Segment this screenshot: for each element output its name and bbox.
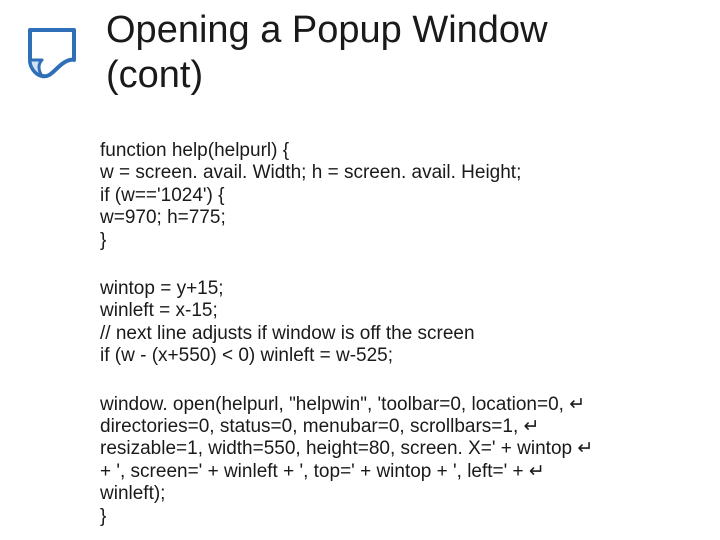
code-line: winleft);	[100, 483, 165, 504]
slide-body: function help(helpurl) { w = screen. ava…	[100, 140, 680, 540]
code-line: wintop = y+15;	[100, 278, 224, 299]
page-icon	[20, 24, 86, 84]
title-line-1: Opening a Popup Window	[106, 9, 548, 51]
code-line: function help(helpurl) {	[100, 140, 289, 161]
code-line: w=970; h=775;	[100, 207, 226, 228]
code-line: w = screen. avail. Width; h = screen. av…	[100, 162, 521, 183]
slide: Opening a Popup Window (cont) function h…	[0, 0, 720, 540]
code-line: }	[100, 230, 106, 251]
code-block-2: wintop = y+15; winleft = x-15; // next l…	[100, 278, 680, 368]
code-block-1: function help(helpurl) { w = screen. ava…	[100, 140, 680, 252]
slide-header: Opening a Popup Window (cont)	[20, 6, 700, 98]
code-line: winleft = x-15;	[100, 300, 218, 321]
code-line: resizable=1, width=550, height=80, scree…	[100, 438, 593, 459]
code-block-3: window. open(helpurl, "helpwin", 'toolba…	[100, 394, 680, 528]
code-line: // next line adjusts if window is off th…	[100, 323, 475, 344]
code-line: if (w - (x+550) < 0) winleft = w-525;	[100, 345, 393, 366]
code-line: directories=0, status=0, menubar=0, scro…	[100, 416, 539, 437]
slide-title: Opening a Popup Window (cont)	[106, 6, 548, 98]
code-line: + ', screen=' + winleft + ', top=' + win…	[100, 461, 545, 482]
code-line: }	[100, 506, 106, 527]
code-line: if (w=='1024') {	[100, 185, 225, 206]
page-icon-wrap	[20, 6, 106, 84]
title-line-2: (cont)	[106, 54, 203, 96]
code-line: window. open(helpurl, "helpwin", 'toolba…	[100, 394, 585, 415]
